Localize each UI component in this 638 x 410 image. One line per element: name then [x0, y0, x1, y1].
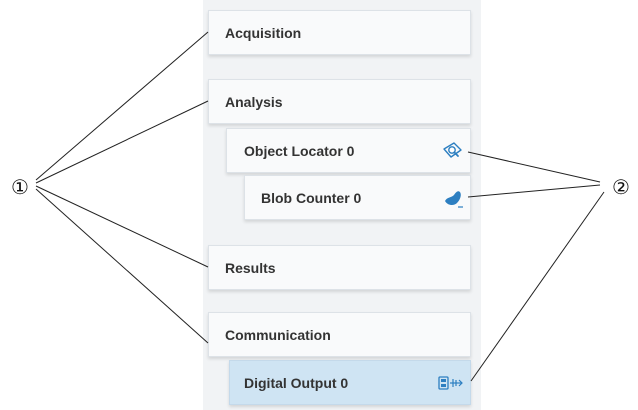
blob-counter-icon: [442, 188, 464, 208]
step-label: Digital Output 0: [244, 374, 349, 391]
step-results[interactable]: Results: [208, 245, 471, 290]
step-label: Blob Counter 0: [261, 189, 362, 206]
step-label: Results: [225, 259, 276, 276]
step-label: Object Locator 0: [244, 142, 355, 159]
step-object-locator[interactable]: Object Locator 0: [226, 128, 471, 173]
step-label: Communication: [225, 326, 331, 343]
step-label: Acquisition: [225, 24, 302, 41]
step-analysis[interactable]: Analysis: [208, 79, 471, 124]
step-blob-counter[interactable]: Blob Counter 0: [244, 175, 471, 220]
step-acquisition[interactable]: Acquisition: [208, 10, 471, 55]
callout-two: ②: [612, 175, 630, 199]
callout-one: ①: [11, 175, 29, 199]
digital-output-icon: [438, 375, 464, 391]
step-label: Analysis: [225, 93, 283, 110]
step-communication[interactable]: Communication: [208, 312, 471, 357]
step-digital-output[interactable]: Digital Output 0: [229, 360, 471, 405]
object-locator-icon: [442, 141, 464, 161]
